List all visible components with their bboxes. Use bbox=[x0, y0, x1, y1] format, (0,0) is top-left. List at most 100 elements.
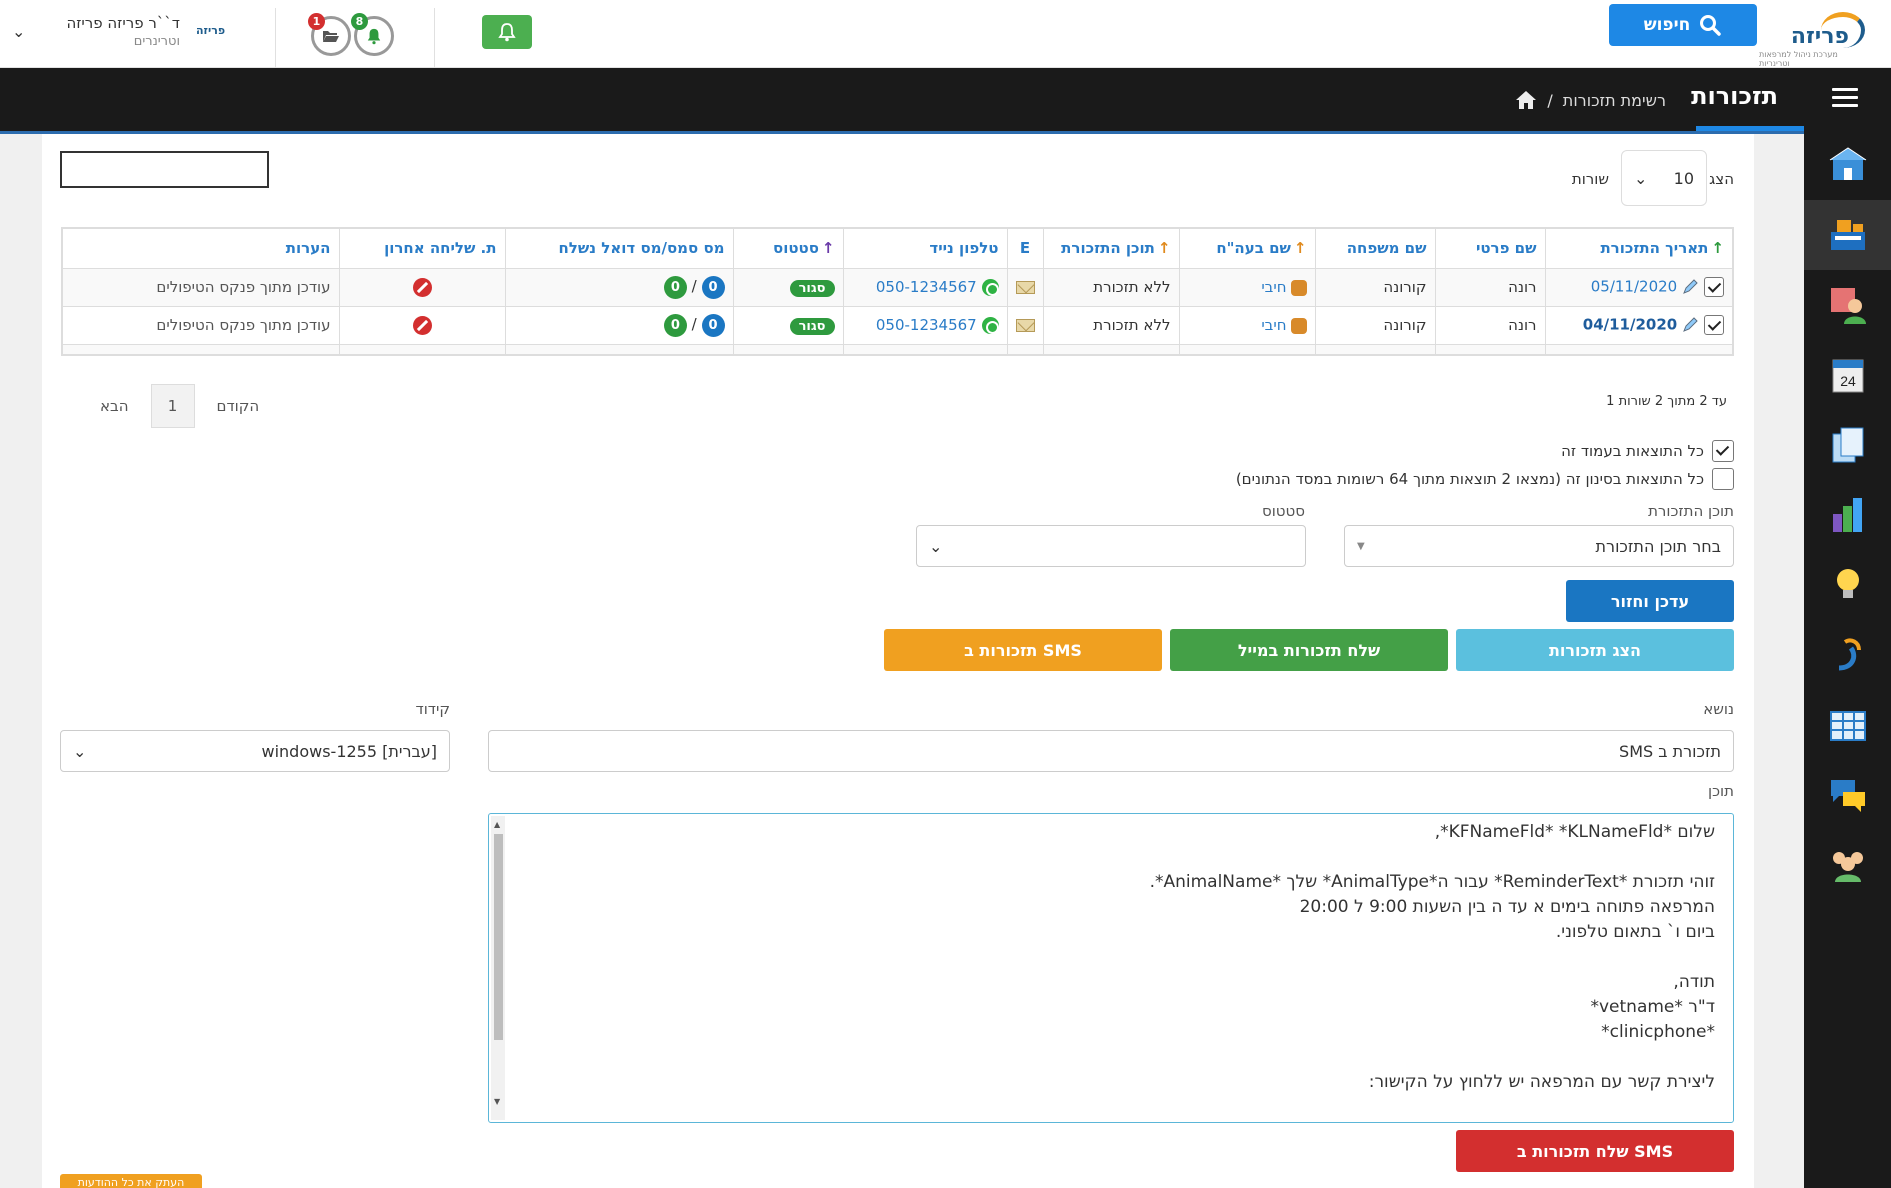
phone-link[interactable]: 050-1234567 bbox=[876, 278, 977, 296]
email-cell bbox=[1006, 267, 1044, 307]
col-date[interactable]: ↑תאריך התזכורת bbox=[1544, 227, 1734, 269]
users-icon bbox=[1832, 852, 1863, 882]
row-checkbox[interactable] bbox=[1704, 277, 1724, 297]
message-line bbox=[1150, 1045, 1715, 1070]
sidebar-item-tips[interactable] bbox=[1804, 550, 1891, 620]
message-line: המרפאה פתוחה בימים א עד ה בין השעות 9:00… bbox=[1299, 897, 1715, 917]
brand-mark-icon bbox=[1838, 638, 1861, 671]
last-name-cell: קורונה bbox=[1314, 267, 1436, 307]
col-last-sent[interactable]: ת. שליחה אחרון bbox=[338, 227, 506, 269]
show-reminders-button[interactable]: הצג תזכורות bbox=[1456, 629, 1734, 671]
rows-per-page-select[interactable]: ⌄ 10 bbox=[1621, 150, 1707, 206]
content-label: תוכן bbox=[1708, 782, 1734, 800]
col-mobile[interactable]: טלפון נייד bbox=[842, 227, 1008, 269]
status-filter-select[interactable]: ⌄ bbox=[916, 525, 1306, 567]
sidebar-item-brand[interactable] bbox=[1804, 620, 1891, 690]
first-name-cell: רונה bbox=[1434, 305, 1546, 345]
content-cell: ללא תזכורת bbox=[1042, 305, 1180, 345]
encoding-select[interactable]: ⌄ windows-1255 [עברית] bbox=[60, 730, 450, 772]
pet-link[interactable]: חיבי bbox=[1261, 278, 1286, 296]
col-sent-count[interactable]: מס סמס/מס דואל נשלח bbox=[504, 227, 734, 269]
prev-page-link[interactable]: הקודם bbox=[195, 397, 282, 415]
table-icon bbox=[1829, 711, 1866, 741]
sidebar-item-patients[interactable] bbox=[1804, 270, 1891, 340]
calendar-icon: 24 bbox=[1832, 359, 1863, 393]
chevron-down-icon[interactable]: ⌄ bbox=[12, 22, 25, 41]
rows-label: שורות bbox=[1571, 170, 1609, 188]
col-email[interactable]: E bbox=[1006, 227, 1044, 269]
subject-value: תזכורת ב SMS bbox=[1619, 741, 1721, 761]
sms-count-badge: 0 bbox=[701, 275, 725, 299]
page-number-button[interactable]: 1 bbox=[150, 384, 195, 428]
scroll-up-icon[interactable]: ▲ bbox=[494, 820, 500, 829]
documents-count-badge: 1 bbox=[308, 13, 325, 30]
sidebar-item-users[interactable] bbox=[1804, 830, 1891, 900]
filter-input[interactable] bbox=[60, 151, 269, 188]
send-sms-button[interactable]: שלח תזכורות ב SMS bbox=[1456, 1130, 1734, 1172]
documents-button[interactable]: 1 bbox=[308, 13, 351, 56]
message-line bbox=[1150, 945, 1715, 970]
col-content[interactable]: ↑תוכן התזכורת bbox=[1042, 227, 1180, 269]
edit-icon[interactable] bbox=[1681, 316, 1699, 334]
scrollbar[interactable]: ▲ ▼ bbox=[491, 816, 505, 1120]
search-button[interactable]: חיפוש bbox=[1609, 4, 1757, 46]
sidebar-item-documents[interactable] bbox=[1804, 410, 1891, 480]
sidebar-item-reports[interactable] bbox=[1804, 480, 1891, 550]
select-page-row: כל התוצאות בעמוד זה bbox=[1561, 440, 1734, 462]
page-header: תזכורות / רשימת תזכורות bbox=[0, 68, 1804, 131]
content-filter-select[interactable]: בחר תוכן התזכורת ▼ bbox=[1344, 525, 1734, 567]
menu-icon[interactable] bbox=[1832, 88, 1858, 108]
sidebar-item-tables[interactable] bbox=[1804, 690, 1891, 760]
table-row[interactable]: 05/11/2020 רונה קורונה חיבי ללא תזכורת 0… bbox=[61, 267, 1734, 307]
row-checkbox[interactable] bbox=[1704, 315, 1724, 335]
select-page-checkbox[interactable] bbox=[1712, 440, 1734, 462]
scroll-down-icon[interactable]: ▼ bbox=[494, 1097, 500, 1106]
brand-logo[interactable]: פריזה מערכת ניהול למרפאות וטרינריות bbox=[1759, 12, 1869, 68]
select-filter-checkbox[interactable] bbox=[1712, 468, 1734, 490]
pet-link[interactable]: חיבי bbox=[1261, 316, 1286, 334]
update-return-button[interactable]: עדכן וחזור bbox=[1566, 580, 1734, 622]
sidebar-item-calendar[interactable]: 24 bbox=[1804, 340, 1891, 410]
content-cell: ללא תזכורת bbox=[1042, 267, 1180, 307]
user-menu[interactable]: ד``ר פריזה פריזה וטרינרים bbox=[44, 14, 180, 49]
breadcrumb-current[interactable]: רשימת תזכורות bbox=[1563, 91, 1666, 110]
divider bbox=[434, 8, 435, 68]
encoding-label: קידוד bbox=[415, 700, 450, 718]
next-page-link[interactable]: הבא bbox=[78, 397, 151, 415]
whatsapp-icon[interactable] bbox=[981, 279, 999, 296]
send-mail-button[interactable]: שלח תזכורות במייל bbox=[1170, 629, 1448, 671]
notifications-button[interactable]: 8 bbox=[351, 13, 394, 56]
message-line: ליצירת קשר עם המרפאה יש ללחוץ על הקישור: bbox=[1368, 1072, 1715, 1092]
phone-link[interactable]: 050-1234567 bbox=[876, 316, 977, 334]
reminder-date-link[interactable]: 05/11/2020 bbox=[1591, 278, 1677, 296]
whatsapp-icon[interactable] bbox=[981, 317, 999, 334]
sms-reminders-button[interactable]: תזכורות ב SMS bbox=[884, 629, 1162, 671]
alerts-button[interactable] bbox=[482, 15, 532, 49]
reminder-date-link[interactable]: 04/11/2020 bbox=[1583, 316, 1677, 334]
search-label: חיפוש bbox=[1643, 15, 1691, 35]
envelope-icon[interactable] bbox=[1015, 319, 1035, 332]
col-first-name[interactable]: שם פרטי bbox=[1434, 227, 1546, 269]
sidebar-item-reminders[interactable] bbox=[1804, 200, 1891, 270]
sidebar-item-messages[interactable] bbox=[1804, 760, 1891, 830]
edit-icon[interactable] bbox=[1681, 278, 1699, 296]
copy-all-button[interactable]: העתק את כל ההודעות bbox=[60, 1174, 202, 1188]
col-last-name[interactable]: שם משפחה bbox=[1314, 227, 1436, 269]
chevron-down-icon: ⌄ bbox=[73, 741, 87, 761]
scrollbar-thumb[interactable] bbox=[494, 834, 503, 1040]
rows-value: 10 bbox=[1673, 168, 1694, 188]
message-content-textarea[interactable]: שלום *KFNameFld* *KLNameFld*, זוהי תזכור… bbox=[488, 813, 1734, 1123]
subject-input[interactable]: תזכורת ב SMS bbox=[488, 730, 1734, 772]
search-icon bbox=[1700, 15, 1722, 36]
home-icon[interactable] bbox=[1515, 90, 1537, 110]
col-notes[interactable]: הערות bbox=[61, 227, 340, 269]
sent-count-cell: 0 / 0 bbox=[504, 267, 734, 307]
not-sent-icon bbox=[412, 277, 432, 297]
sidebar-item-clinic[interactable] bbox=[1804, 130, 1891, 200]
col-status[interactable]: ↑סטטוס bbox=[732, 227, 844, 269]
envelope-icon[interactable] bbox=[1015, 281, 1035, 294]
pet-icon bbox=[1290, 279, 1307, 296]
col-pet-owner[interactable]: ↑שם בעה"ח bbox=[1178, 227, 1316, 269]
message-line bbox=[1150, 845, 1715, 870]
table-row[interactable]: 04/11/2020 רונה קורונה חיבי ללא תזכורת 0… bbox=[61, 305, 1734, 345]
